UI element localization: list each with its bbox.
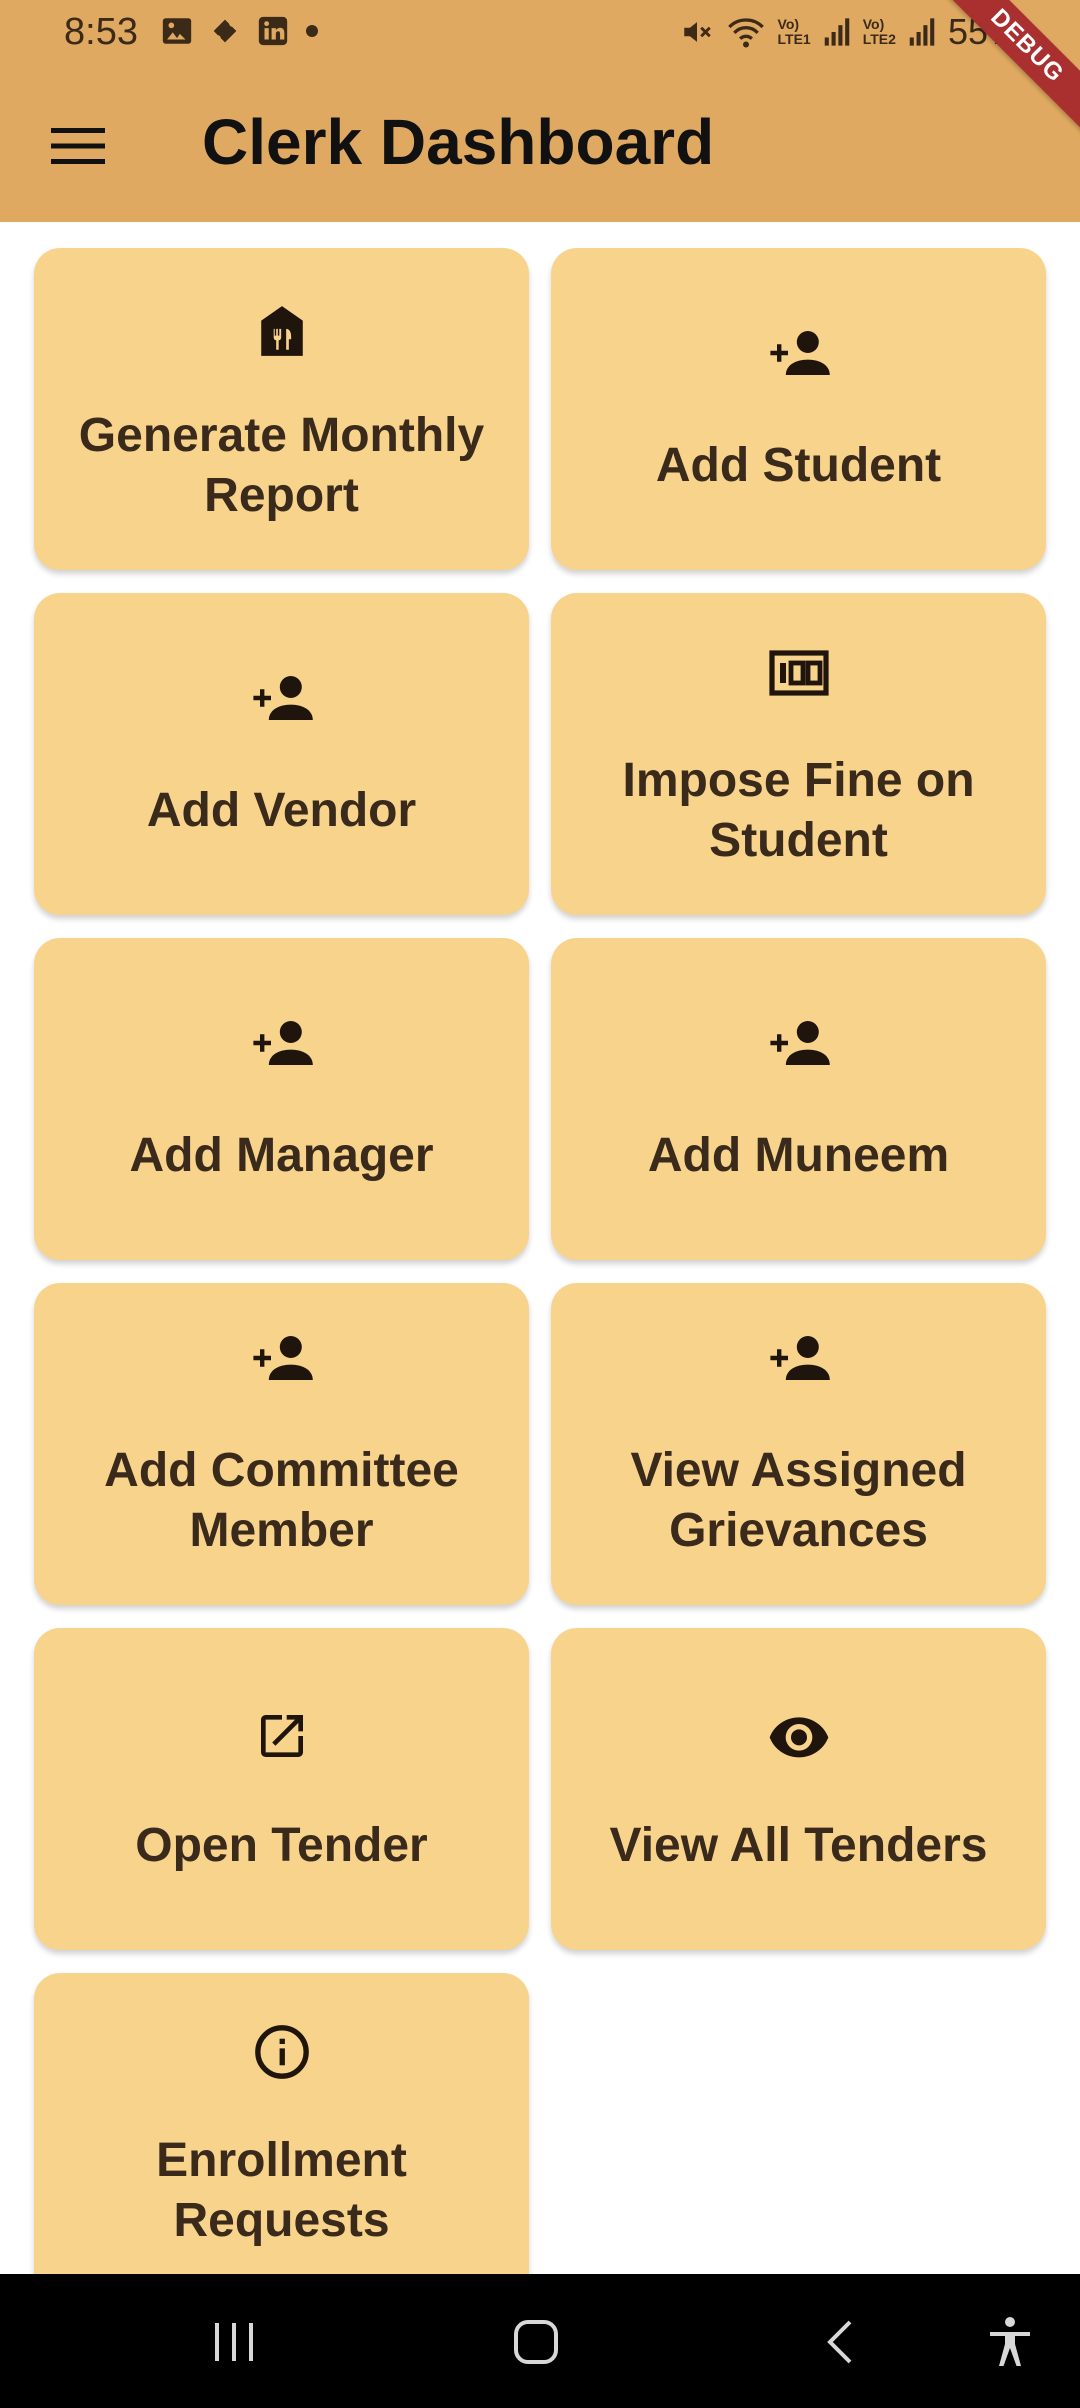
card-label: Add Committee Member [104, 1444, 459, 1557]
home-icon [514, 2320, 558, 2364]
linkedin-notification-icon [258, 16, 288, 46]
recents-icon [215, 2323, 253, 2361]
person-add-icon [252, 1336, 313, 1380]
card-label: Add Manager [129, 1129, 434, 1182]
ticket-notification-icon [213, 19, 237, 43]
home-button[interactable] [506, 2312, 566, 2372]
card-label: Enrollment Requests [156, 2134, 407, 2247]
card-label: Add Muneem [647, 1129, 950, 1182]
more-notifications-dot-icon [306, 25, 318, 37]
sim2-label: Vo) LTE2 [862, 16, 896, 47]
card-add-vendor[interactable]: Add Vendor [34, 593, 529, 915]
back-button[interactable] [810, 2312, 870, 2372]
card-impose-fine[interactable]: Impose Fine on Student [551, 593, 1046, 915]
menu-button[interactable] [48, 116, 108, 176]
person-add-icon [252, 1021, 313, 1065]
person-add-icon [769, 1021, 830, 1065]
card-label: Generate Monthly Report [78, 409, 485, 522]
card-label: Impose Fine on Student [622, 754, 975, 867]
recents-button[interactable] [204, 2312, 264, 2372]
hamburger-menu-icon [51, 128, 105, 164]
card-generate-monthly-report[interactable]: Generate Monthly Report [34, 248, 529, 570]
card-view-all-tenders[interactable]: View All Tenders [551, 1628, 1046, 1950]
card-label: Add Student [655, 439, 942, 492]
card-label: Open Tender [135, 1819, 428, 1872]
card-enrollment-requests[interactable]: Enrollment Requests [34, 1973, 529, 2303]
card-open-tender[interactable]: Open Tender [34, 1628, 529, 1950]
person-add-icon [252, 676, 313, 720]
accessibility-icon [990, 2317, 1030, 2366]
money-icon [768, 650, 829, 696]
mute-icon [683, 22, 711, 42]
open-in-new-icon [260, 1715, 303, 1757]
card-add-manager[interactable]: Add Manager [34, 938, 529, 1260]
card-label: View Assigned Grievances [630, 1444, 967, 1557]
gallery-notification-icon [162, 18, 192, 44]
card-add-committee-member[interactable]: Add Committee Member [34, 1283, 529, 1605]
status-bar: 8:53 Vo)LTE1 Vo)LTE2 55% DEBUG [0, 0, 1080, 142]
wifi-icon [727, 18, 764, 48]
person-add-icon [769, 331, 830, 375]
restaurant-store-icon [260, 306, 303, 356]
card-add-muneem[interactable]: Add Muneem [551, 938, 1046, 1260]
card-label: View All Tenders [609, 1819, 988, 1872]
accessibility-button[interactable] [980, 2312, 1040, 2372]
signal-2-icon [909, 18, 935, 46]
back-icon [827, 2320, 852, 2364]
eye-icon [769, 1717, 828, 1758]
signal-1-icon [824, 18, 850, 46]
person-add-icon [769, 1336, 830, 1380]
card-add-student[interactable]: Add Student [551, 248, 1046, 570]
info-icon [254, 2025, 309, 2079]
status-time: 8:53 [64, 11, 138, 53]
sim1-label: Vo) LTE1 [777, 16, 811, 47]
card-label: Add Vendor [146, 784, 417, 837]
app-bar: 8:53 Vo)LTE1 Vo)LTE2 55% DEBUG Clerk Das… [0, 0, 1080, 222]
page-title: Clerk Dashboard [202, 106, 715, 178]
system-navigation-bar [0, 2274, 1080, 2408]
card-view-assigned-grievances[interactable]: View Assigned Grievances [551, 1283, 1046, 1605]
